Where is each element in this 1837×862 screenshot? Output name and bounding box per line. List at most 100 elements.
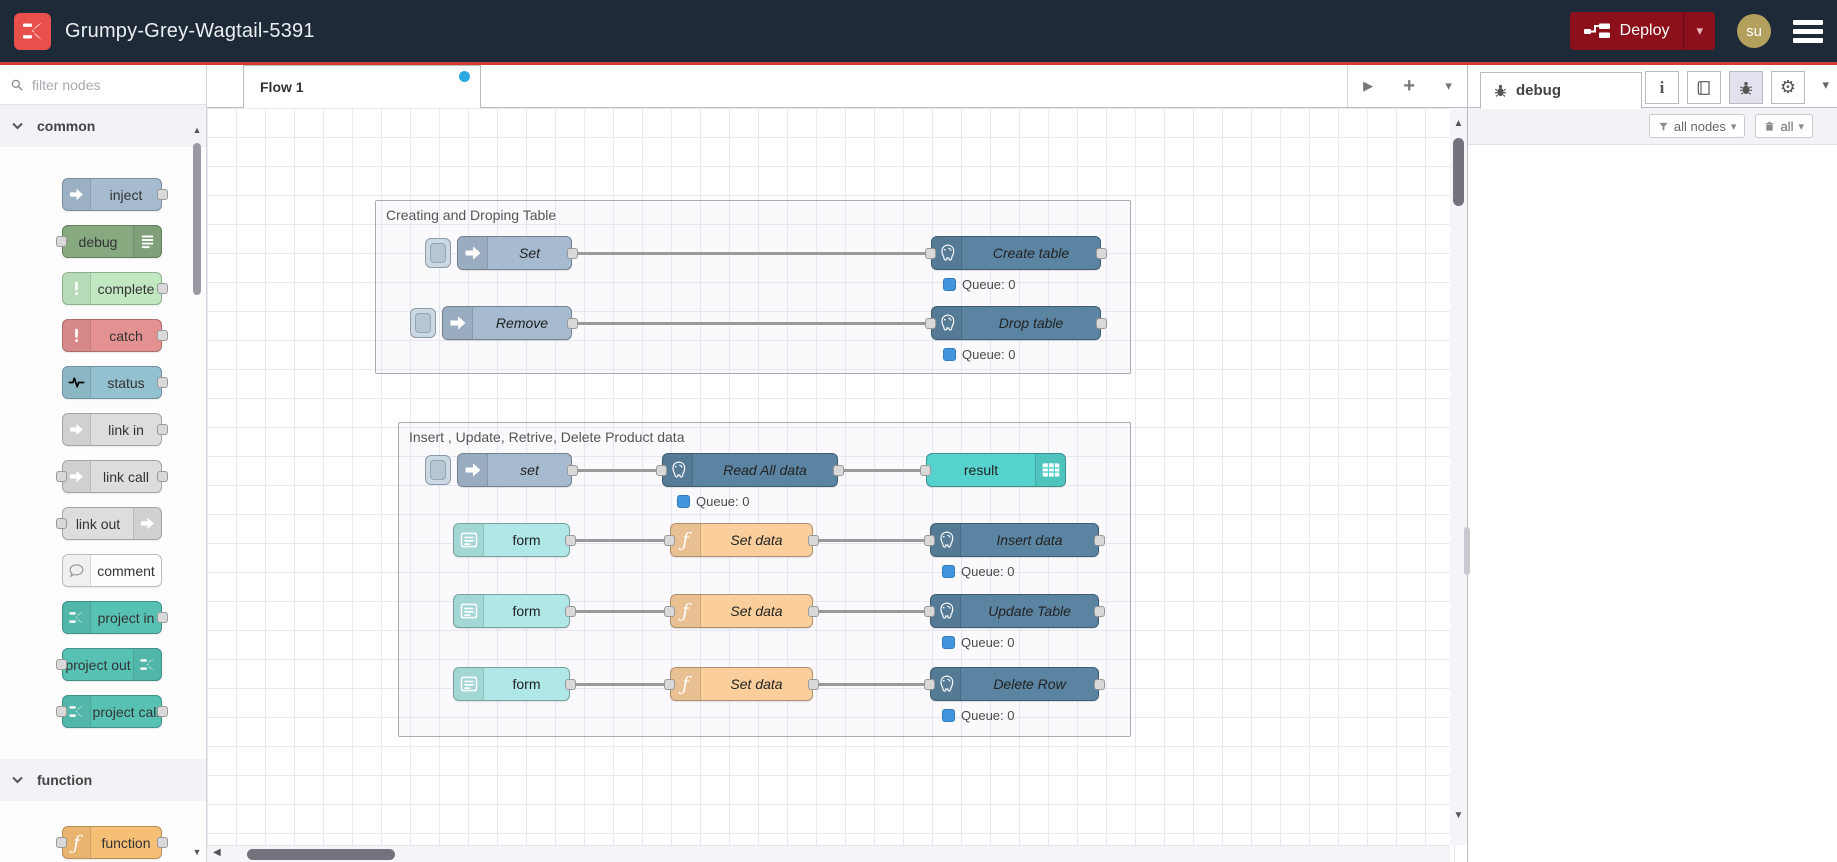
port-in[interactable] — [924, 679, 935, 690]
node-inject-set-lower[interactable]: set — [425, 453, 578, 487]
port-out[interactable] — [567, 248, 578, 259]
filter-nodes-input[interactable] — [32, 76, 172, 93]
filter-nodes-dropdown[interactable]: all nodes ▾ — [1648, 114, 1746, 138]
inject-button[interactable] — [425, 238, 451, 268]
node-function-set-data-2[interactable]: ƒ Set data — [664, 594, 819, 628]
port-out[interactable] — [157, 837, 168, 848]
palette-node-project-out[interactable]: project out — [56, 648, 162, 681]
palette-node-complete[interactable]: complete — [62, 272, 168, 305]
port-in[interactable] — [56, 471, 67, 482]
port-in[interactable] — [56, 518, 67, 529]
port-out[interactable] — [157, 424, 168, 435]
node-postgres-read-all-data[interactable]: Read All data — [656, 453, 844, 487]
port-out[interactable] — [157, 283, 168, 294]
port-out[interactable] — [157, 377, 168, 388]
tab-debug[interactable]: debug — [1480, 72, 1642, 109]
port-in[interactable] — [56, 659, 67, 670]
port-out[interactable] — [157, 471, 168, 482]
node-function-set-data-1[interactable]: ƒ Set data — [664, 523, 819, 557]
tab-scroll-right-button[interactable]: ▶ — [1363, 78, 1373, 94]
palette-node-link-in[interactable]: link in — [62, 413, 168, 446]
scroll-down-icon[interactable]: ▼ — [190, 847, 204, 857]
canvas-horizontal-scrollbar[interactable]: ◀ — [207, 845, 1450, 862]
scroll-left-icon[interactable]: ◀ — [213, 847, 221, 858]
port-out[interactable] — [567, 465, 578, 476]
port-out[interactable] — [567, 318, 578, 329]
palette-node-link-call[interactable]: link call — [56, 460, 168, 493]
scrollbar-thumb[interactable] — [193, 143, 201, 295]
deploy-options-button[interactable]: ▾ — [1683, 12, 1715, 50]
port-out[interactable] — [1094, 606, 1105, 617]
port-out[interactable] — [833, 465, 844, 476]
scroll-down-icon[interactable]: ▼ — [1450, 810, 1467, 821]
port-out[interactable] — [1096, 248, 1107, 259]
port-in[interactable] — [925, 318, 936, 329]
node-postgres-create-table[interactable]: Create table — [925, 236, 1107, 270]
port-in[interactable] — [664, 606, 675, 617]
wire[interactable] — [815, 683, 930, 686]
palette-category-function[interactable]: function — [0, 759, 206, 801]
palette-node-debug[interactable]: debug — [56, 225, 162, 258]
debug-messages-button[interactable] — [1729, 71, 1763, 104]
port-out[interactable] — [157, 706, 168, 717]
node-postgres-drop-table[interactable]: Drop table — [925, 306, 1107, 340]
port-in[interactable] — [56, 236, 67, 247]
port-in[interactable] — [56, 706, 67, 717]
tab-flow-1[interactable]: Flow 1 — [243, 65, 481, 108]
palette-node-comment[interactable]: comment — [62, 554, 162, 587]
clear-messages-dropdown[interactable]: all ▾ — [1755, 114, 1813, 138]
wire[interactable] — [815, 539, 930, 542]
palette-node-catch[interactable]: catch — [62, 319, 168, 352]
menu-button[interactable] — [1793, 16, 1823, 47]
deploy-button[interactable]: Deploy ▾ — [1569, 12, 1715, 50]
port-out[interactable] — [157, 612, 168, 623]
palette-node-project-call[interactable]: project call — [56, 695, 168, 728]
help-button[interactable] — [1687, 71, 1721, 104]
port-in[interactable] — [924, 535, 935, 546]
info-button[interactable]: i — [1645, 71, 1679, 104]
node-postgres-delete-row[interactable]: Delete Row — [924, 667, 1105, 701]
port-out[interactable] — [565, 679, 576, 690]
inject-button[interactable] — [410, 308, 436, 338]
scroll-up-icon[interactable]: ▲ — [1450, 118, 1467, 129]
wire[interactable] — [573, 683, 670, 686]
node-form-update[interactable]: form — [453, 594, 576, 628]
wire[interactable] — [573, 610, 670, 613]
wire[interactable] — [575, 469, 662, 472]
node-postgres-update-table[interactable]: Update Table — [924, 594, 1105, 628]
node-form-delete[interactable]: form — [453, 667, 576, 701]
port-out[interactable] — [565, 535, 576, 546]
node-form-insert[interactable]: form — [453, 523, 576, 557]
palette-node-inject[interactable]: inject — [62, 178, 168, 211]
port-in[interactable] — [664, 535, 675, 546]
port-in[interactable] — [925, 248, 936, 259]
user-avatar[interactable]: su — [1737, 14, 1771, 48]
node-inject-remove[interactable]: Remove — [410, 306, 578, 340]
debug-message-list[interactable] — [1468, 145, 1837, 862]
palette-node-link-out[interactable]: link out — [56, 507, 162, 540]
wire[interactable] — [575, 322, 931, 325]
node-function-set-data-3[interactable]: ƒ Set data — [664, 667, 819, 701]
group-creating-dropping-table[interactable]: Creating and Droping Table — [375, 200, 1131, 374]
scrollbar-thumb[interactable] — [247, 849, 395, 860]
port-out[interactable] — [157, 330, 168, 341]
port-in[interactable] — [920, 465, 931, 476]
sidebar-options-button[interactable]: ▾ — [1822, 77, 1829, 93]
palette-category-common[interactable]: common — [0, 105, 206, 147]
port-in[interactable] — [664, 679, 675, 690]
node-inject-set[interactable]: Set — [425, 236, 578, 270]
palette-scrollbar[interactable]: ▲ ▼ — [190, 111, 204, 859]
inject-button[interactable] — [425, 455, 451, 485]
wire[interactable] — [840, 469, 926, 472]
flow-list-button[interactable]: ▾ — [1445, 78, 1452, 94]
node-postgres-insert-data[interactable]: Insert data — [924, 523, 1105, 557]
port-out[interactable] — [808, 535, 819, 546]
wire[interactable] — [575, 252, 931, 255]
port-out[interactable] — [1094, 679, 1105, 690]
wire[interactable] — [573, 539, 670, 542]
flow-canvas[interactable]: Creating and Droping Table Insert , Upda… — [207, 108, 1467, 862]
port-out[interactable] — [565, 606, 576, 617]
palette-node-status[interactable]: status — [62, 366, 168, 399]
wire[interactable] — [815, 610, 930, 613]
palette-search[interactable] — [0, 65, 206, 105]
